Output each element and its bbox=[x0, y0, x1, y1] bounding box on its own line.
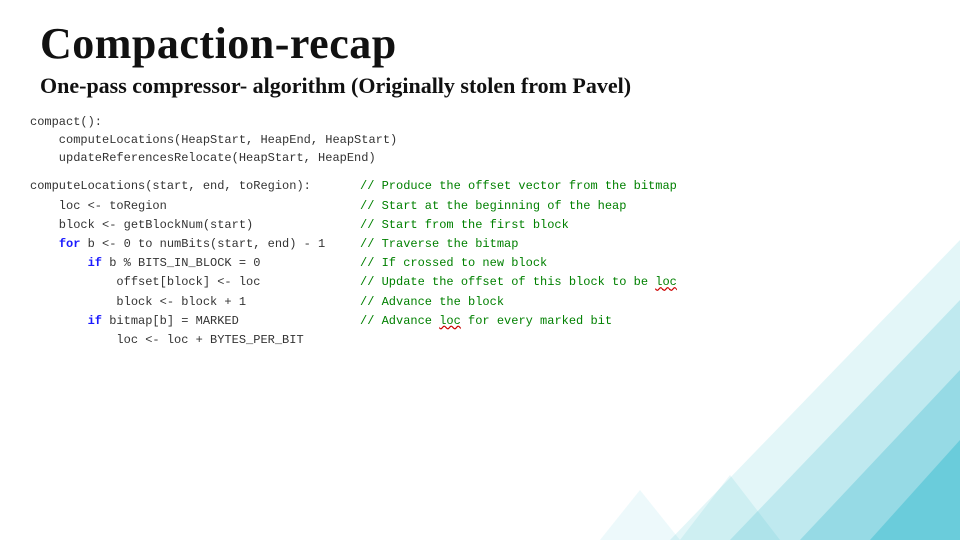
slide-title: Compaction-recap bbox=[40, 18, 928, 69]
code-comment: // Advance the block bbox=[360, 293, 677, 312]
code-comment: // Advance loc for every marked bit bbox=[360, 312, 677, 331]
code-block-compute-locations: computeLocations(start, end, toRegion):/… bbox=[30, 177, 677, 350]
code-comment: // Traverse the bitmap bbox=[360, 235, 677, 254]
code-comment: // Start from the first block bbox=[360, 216, 677, 235]
code-comment: // Start at the beginning of the heap bbox=[360, 197, 677, 216]
code-comment: // Update the offset of this block to be… bbox=[360, 273, 677, 292]
slide-subtitle: One-pass compressor- algorithm (Original… bbox=[40, 73, 928, 99]
code-comment bbox=[360, 331, 677, 350]
code-line: offset[block] <- loc bbox=[30, 273, 360, 292]
code-comment: // Produce the offset vector from the bi… bbox=[360, 177, 677, 196]
code-line: block <- getBlockNum(start) bbox=[30, 216, 360, 235]
code-line: loc <- loc + BYTES_PER_BIT bbox=[30, 331, 360, 350]
code-block-compact: compact(): computeLocations(HeapStart, H… bbox=[30, 113, 928, 167]
code-line: block <- block + 1 bbox=[30, 293, 360, 312]
code-line: if b % BITS_IN_BLOCK = 0 bbox=[30, 254, 360, 273]
code-line: loc <- toRegion bbox=[30, 197, 360, 216]
code-line: if bitmap[b] = MARKED bbox=[30, 312, 360, 331]
code-line: computeLocations(start, end, toRegion): bbox=[30, 177, 360, 196]
code-comment: // If crossed to new block bbox=[360, 254, 677, 273]
code-line: for b <- 0 to numBits(start, end) - 1 bbox=[30, 235, 360, 254]
